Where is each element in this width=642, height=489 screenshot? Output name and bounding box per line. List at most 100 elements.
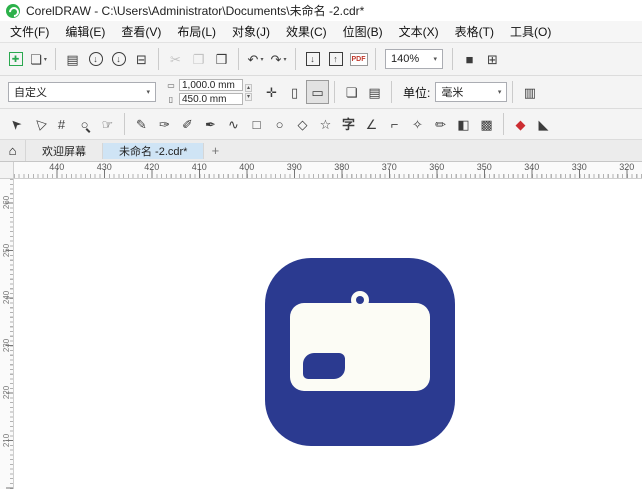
undo-button[interactable]: ↶ ▾ [244,47,267,71]
menu-edit[interactable]: 编辑(E) [57,20,113,43]
save-button[interactable]: ▤ [61,47,84,71]
cloud-download-button[interactable]: ↓ [84,47,107,71]
ruler-label: 210 [2,433,12,447]
rectangle-tool[interactable]: □ [245,112,268,136]
separator [503,113,504,135]
dropdown-caret-icon: ▾ [433,56,437,63]
interactive-fill-tool[interactable]: ◣ [532,112,555,136]
separator [295,48,296,70]
shape-tool[interactable]: ▷ [27,112,50,136]
freehand-tool[interactable]: ✎ [130,112,153,136]
export-button[interactable]: ↑ [324,47,347,71]
show-rulers-button[interactable]: ⊞ [481,47,504,71]
ruler-label: 410 [191,162,207,172]
print-button[interactable]: ⊟ [130,47,153,71]
spin-up-button[interactable]: ▴ [245,83,253,92]
smart-fill-tool[interactable]: ◆ [509,112,532,136]
canvas[interactable]: 260 250 240 230 220 210 [0,179,642,489]
page-size-combo[interactable]: 自定义 ▾ [8,82,156,102]
dropdown-caret-icon: ▾ [146,89,150,96]
portrait-button[interactable]: ▯ [283,80,306,104]
eyedropper-tool[interactable]: ✧ [406,112,429,136]
menu-file[interactable]: 文件(F) [2,20,57,43]
artwork-white-card[interactable] [290,303,430,391]
units-combo[interactable]: 毫米 ▾ [435,82,508,102]
menu-effects[interactable]: 效果(C) [278,20,335,43]
ruler-label: 360 [429,162,445,172]
paste-button[interactable]: ❒ [210,47,233,71]
page-view-buttons: ❏ ▤ [340,80,386,104]
vertical-ruler[interactable]: 260 250 240 230 220 210 [0,179,14,489]
separator [124,113,125,135]
cut-button[interactable]: ✂ [164,47,187,71]
dimension-tool[interactable]: ∠ [360,112,383,136]
publish-pdf-button[interactable]: PDF [347,47,370,71]
zoom-tool[interactable]: ○ [73,112,96,136]
pick-tool[interactable]: ➤ [4,112,27,136]
toolbar-group-clipboard: ✂ ❐ ❒ [164,47,233,71]
landscape-button[interactable]: ▭ [306,80,330,104]
menu-tools[interactable]: 工具(O) [502,20,559,43]
horizontal-ruler[interactable]: 440 430 420 410 400 390 380 370 360 350 … [14,162,642,179]
menu-view[interactable]: 查看(V) [113,20,169,43]
document-tabbar: ⌂ 欢迎屏幕 未命名 -2.cdr* + [0,140,642,162]
fill-tool[interactable]: ◧ [452,112,475,136]
text-tool[interactable]: 字 [337,112,360,136]
copy-button[interactable]: ❐ [187,47,210,71]
tab-untitled-2[interactable]: 未命名 -2.cdr* [103,142,205,159]
menu-table[interactable]: 表格(T) [447,20,502,43]
page-width-input[interactable] [179,79,243,91]
artwork-rounded-square[interactable] [265,258,455,446]
tab-welcome-screen[interactable]: 欢迎屏幕 [26,142,103,159]
ruler-label: 260 [2,196,12,210]
menu-object[interactable]: 对象(J) [224,20,278,43]
cloud-upload-button[interactable]: ↓ [107,47,130,71]
menu-layout[interactable]: 布局(L) [169,20,224,43]
menubar: 文件(F) 编辑(E) 查看(V) 布局(L) 对象(J) 效果(C) 位图(B… [0,21,642,43]
separator [334,81,336,103]
ellipse-tool[interactable]: ○ [268,112,291,136]
ruler-label: 330 [571,162,587,172]
home-icon: ⌂ [8,143,17,158]
dropdown-caret-icon: ▾ [283,56,287,63]
menu-text[interactable]: 文本(X) [391,20,447,43]
toolbar-group-undo: ↶ ▾ ↷ ▾ [244,47,290,71]
polyline-tool[interactable]: ∿ [222,112,245,136]
pan-tool[interactable]: ☞ [96,112,119,136]
page-options-button[interactable]: ▥ [518,80,541,104]
zoom-level-value: 140% [391,53,420,65]
ruler-label: 430 [96,162,112,172]
coreldraw-logo-icon[interactable] [6,3,20,18]
fullscreen-preview-button[interactable]: ■ [458,47,481,71]
page-height-input[interactable] [179,93,243,105]
new-document-button[interactable]: ✚ [4,47,27,71]
common-shapes-tool[interactable]: ☆ [314,112,337,136]
home-button[interactable]: ⌂ [0,140,26,161]
zoom-level-combo[interactable]: 140% ▾ [385,49,443,69]
ruler-corner[interactable] [0,162,14,179]
ruler-label: 420 [144,162,160,172]
artwork-hanger-hole[interactable] [356,296,364,304]
coreldraw-window: CorelDRAW - C:\Users\Administrator\Docum… [0,0,642,489]
artwork-eraser-shape[interactable] [303,353,345,379]
new-tab-button[interactable]: + [204,140,226,161]
current-page-button[interactable]: ▤ [363,80,386,104]
open-button[interactable]: ❏ ▾ [27,47,50,71]
artistic-media-tool[interactable]: ✐ [176,112,199,136]
bezier-tool[interactable]: ✑ [153,112,176,136]
redo-button[interactable]: ↷ ▾ [267,47,290,71]
ruler-label: 230 [2,338,12,352]
pen-tool[interactable]: ✒ [199,112,222,136]
polygon-tool[interactable]: ◇ [291,112,314,136]
spin-down-button[interactable]: ▾ [245,92,253,101]
nudge-offset-button[interactable]: ✛ [260,80,283,104]
ruler-label: 240 [2,291,12,305]
toolbox: ➤ ▷ # ○ ☞ ✎ ✑ ✐ ✒ ∿ □ ○ ◇ ☆ 字 ∠ ⌐ ✧ ✏ ◧ … [0,109,642,140]
crop-tool[interactable]: # [50,112,73,136]
import-button[interactable]: ↓ [301,47,324,71]
connector-tool[interactable]: ⌐ [383,112,406,136]
all-pages-button[interactable]: ❏ [340,80,363,104]
outline-pen-tool[interactable]: ✏ [429,112,452,136]
menu-bitmaps[interactable]: 位图(B) [335,20,391,43]
transparency-tool[interactable]: ▩ [475,112,498,136]
